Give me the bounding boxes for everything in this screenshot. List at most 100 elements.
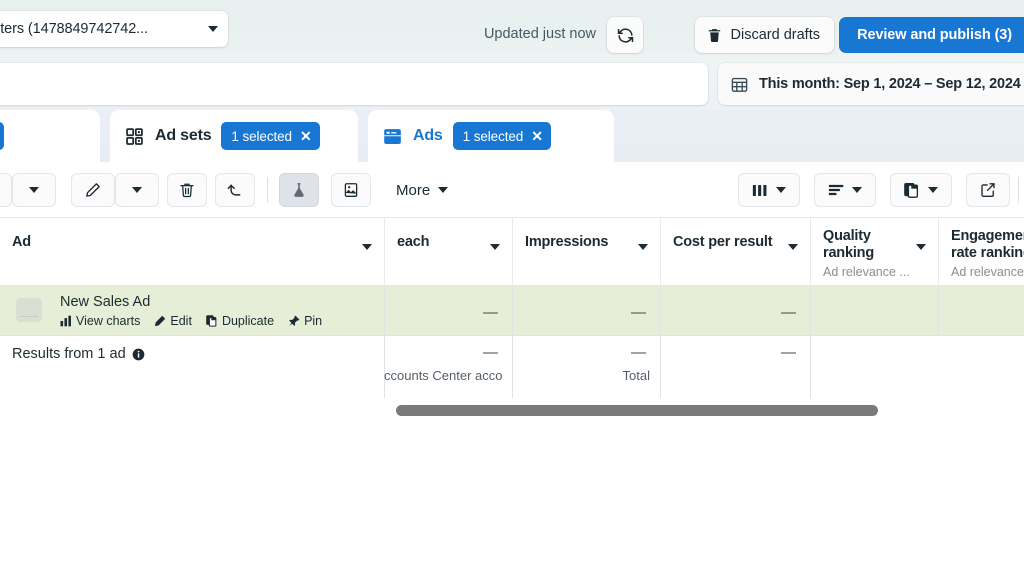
edit-action[interactable]: Edit: [154, 314, 192, 328]
info-icon[interactable]: [132, 348, 145, 361]
column-header-engagement-rate-ranking-sub: Ad relevance: [951, 265, 1024, 279]
chevron-down-icon[interactable]: [490, 244, 500, 250]
account-selector[interactable]: Promoters (1478849742742...: [0, 11, 228, 47]
chevron-down-icon[interactable]: [362, 244, 372, 250]
column-header-quality-ranking-sub: Ad relevance ...: [823, 265, 910, 279]
tab-adsets-selection-chip[interactable]: 1 selected ✕: [221, 122, 320, 150]
column-header-reach[interactable]: each: [384, 218, 512, 286]
export-icon: [979, 181, 997, 199]
close-icon[interactable]: ✕: [300, 129, 312, 143]
preview-button[interactable]: [331, 173, 371, 207]
pencil-icon: [154, 315, 166, 327]
column-header-engagement-rate-ranking[interactable]: Engagement rate ranking Ad relevance: [938, 218, 1024, 286]
review-and-publish-button[interactable]: Review and publish (3): [839, 17, 1024, 53]
filter-row: This month: Sep 1, 2024 – Sep 12, 2024: [0, 58, 1024, 110]
results-summary-label: Results from 1 ad: [12, 346, 126, 362]
cell-divider: [938, 286, 939, 335]
edit-label: Edit: [170, 314, 192, 328]
more-actions-button[interactable]: More: [392, 173, 452, 207]
edit-button[interactable]: [71, 173, 115, 207]
breakdown-button[interactable]: [814, 173, 876, 207]
breakdown-icon: [828, 183, 845, 198]
page-blank-area: [0, 418, 1024, 576]
columns-button[interactable]: [738, 173, 800, 207]
view-charts-action[interactable]: View charts: [60, 314, 140, 328]
table-row[interactable]: New Sales Ad View charts Edit Duplicate …: [0, 286, 1024, 336]
tab-campaigns-selection-chip[interactable]: 1 selected ✕: [0, 122, 5, 150]
edit-dropdown-button[interactable]: [115, 173, 159, 207]
adsets-grid-icon: [124, 126, 145, 147]
image-preview-icon: [342, 181, 360, 199]
duplicate-icon: [206, 315, 218, 327]
table-header-row: Ad each Impressions Cost per result Qual…: [0, 218, 1024, 286]
view-charts-label: View charts: [76, 314, 141, 328]
column-header-engagement-rate-ranking-label: Engagement rate ranking: [951, 228, 1024, 261]
row-hover-actions: View charts Edit Duplicate Pin: [60, 314, 322, 328]
more-actions-label: More: [396, 181, 431, 199]
duplicate-button[interactable]: [0, 173, 12, 207]
account-selector-label: Promoters (1478849742742...: [0, 21, 148, 37]
tab-ads[interactable]: Ads 1 selected ✕: [368, 110, 614, 162]
column-header-quality-ranking-label: Quality ranking: [823, 228, 874, 261]
columns-icon: [752, 183, 769, 198]
undo-icon: [226, 181, 245, 200]
date-range-label: This month: Sep 1, 2024 – Sep 12, 2024: [759, 76, 1021, 92]
trash-icon: [706, 27, 723, 44]
cell-reach: —: [483, 304, 498, 321]
chevron-down-icon: [776, 187, 786, 193]
chevron-down-icon: [928, 187, 938, 193]
export-button[interactable]: [966, 173, 1010, 207]
results-summary: Results from 1 ad: [12, 346, 145, 362]
reports-button[interactable]: [890, 173, 952, 207]
date-range-picker[interactable]: This month: Sep 1, 2024 – Sep 12, 2024: [718, 63, 1024, 105]
revert-button[interactable]: [215, 173, 255, 207]
pin-label: Pin: [304, 314, 323, 328]
tab-campaigns[interactable]: 1 selected ✕: [0, 110, 100, 162]
duplicate-label: Duplicate: [221, 314, 275, 328]
search-filter-input[interactable]: [0, 63, 708, 105]
trash-icon: [178, 181, 196, 199]
ad-thumbnail-placeholder: [16, 298, 42, 322]
column-header-cost-per-result[interactable]: Cost per result: [660, 218, 810, 286]
cell-impressions: —: [631, 304, 646, 321]
column-header-impressions[interactable]: Impressions: [512, 218, 660, 286]
tab-ads-chip-label: 1 selected: [462, 128, 524, 144]
tab-adsets-chip-label: 1 selected: [231, 128, 292, 144]
action-toolbar: More: [0, 162, 1024, 218]
chevron-down-icon[interactable]: [788, 244, 798, 250]
chevron-down-icon: [438, 187, 449, 193]
chevron-down-icon[interactable]: [638, 244, 648, 250]
footer-reach-sub: ccounts Center acco...: [384, 368, 502, 383]
duplicate-dropdown-button[interactable]: [12, 173, 56, 207]
review-and-publish-label: Review and publish (3): [857, 27, 1012, 43]
cell-divider: [810, 336, 811, 398]
delete-button[interactable]: [167, 173, 207, 207]
ab-test-button[interactable]: [279, 173, 319, 207]
flask-icon: [290, 181, 308, 199]
refresh-icon: [616, 26, 635, 45]
duplicate-action[interactable]: Duplicate: [206, 314, 274, 328]
pin-action[interactable]: Pin: [288, 314, 322, 328]
refresh-button[interactable]: [607, 17, 643, 53]
discard-drafts-label: Discard drafts: [730, 27, 820, 43]
pencil-icon: [84, 181, 102, 199]
ads-table: Ad each Impressions Cost per result Qual…: [0, 218, 1024, 404]
top-bar: Promoters (1478849742742... Updated just…: [0, 0, 1024, 58]
discard-drafts-button[interactable]: Discard drafts: [694, 17, 834, 53]
close-icon[interactable]: ✕: [531, 129, 543, 143]
column-header-quality-ranking[interactable]: Quality ranking Ad relevance ...: [810, 218, 938, 286]
chevron-down-icon: [208, 26, 218, 32]
bar-chart-icon: [60, 315, 72, 327]
horizontal-scrollbar-thumb[interactable]: [396, 405, 878, 416]
column-header-ad[interactable]: Ad: [0, 218, 384, 286]
column-header-cost-per-result-label: Cost per result: [673, 234, 773, 250]
column-header-reach-label: each: [397, 234, 430, 250]
chevron-down-icon[interactable]: [916, 244, 926, 250]
column-header-ad-label: Ad: [12, 234, 31, 250]
tab-adsets-label: Ad sets: [155, 127, 212, 144]
reports-icon: [904, 182, 921, 198]
tab-adsets[interactable]: Ad sets 1 selected ✕: [110, 110, 358, 162]
tab-ads-selection-chip[interactable]: 1 selected ✕: [452, 122, 551, 150]
ads-manager-screen: Promoters (1478849742742... Updated just…: [0, 0, 1024, 576]
column-header-impressions-label: Impressions: [525, 234, 609, 250]
